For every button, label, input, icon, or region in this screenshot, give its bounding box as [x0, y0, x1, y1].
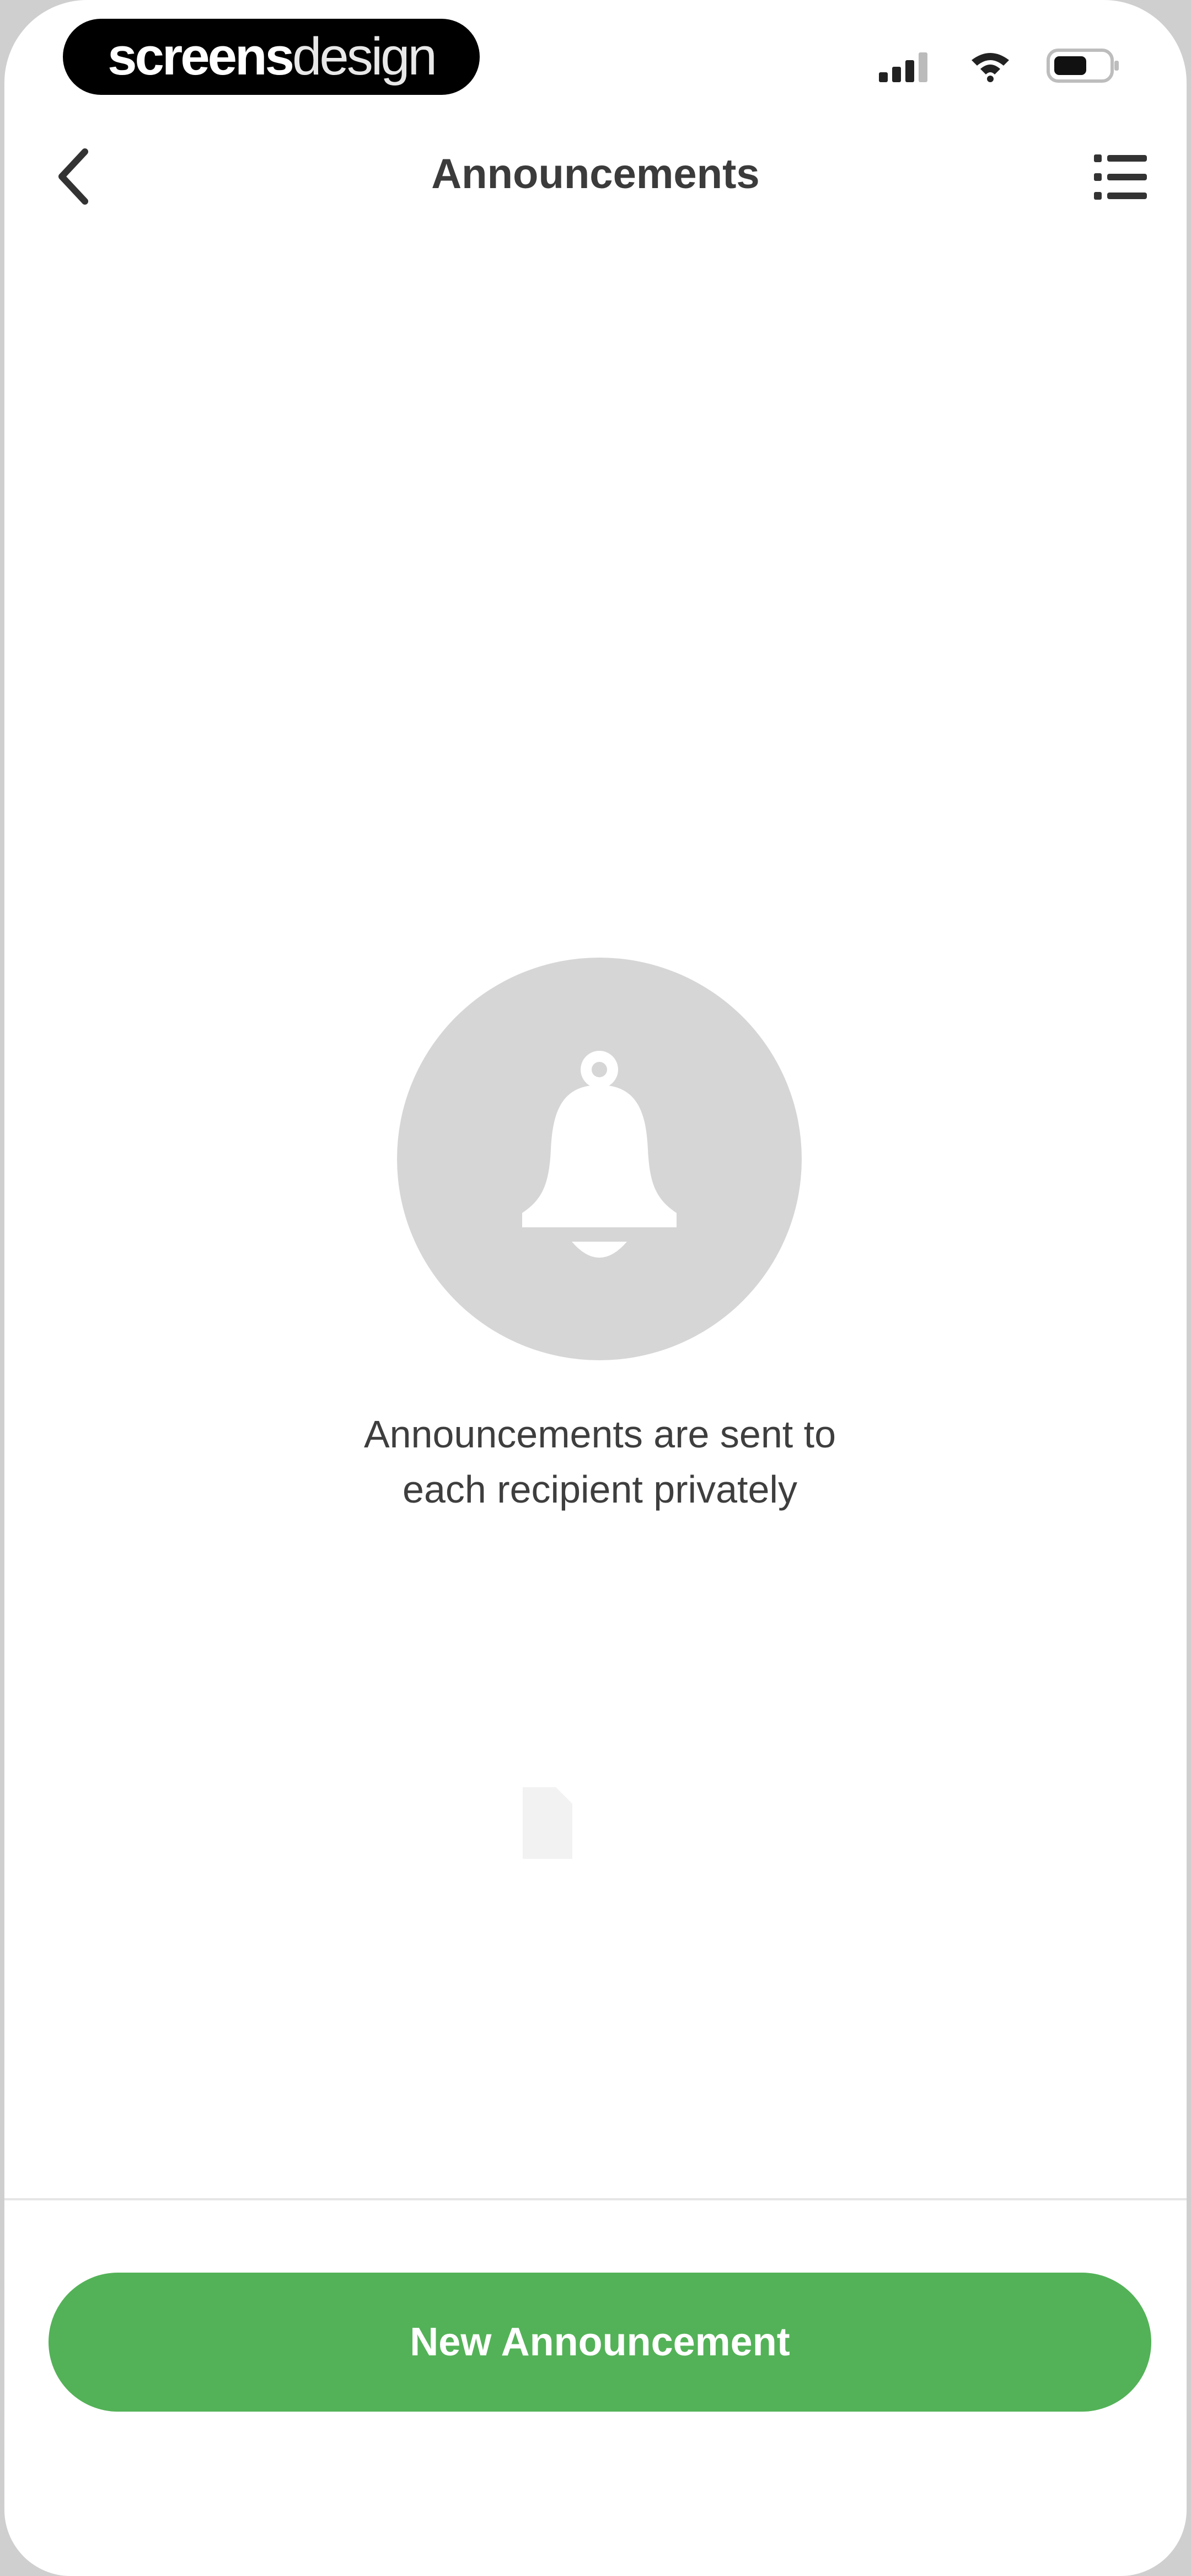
- bell-icon: [500, 1042, 699, 1276]
- nav-bar: Announcements: [4, 121, 1187, 232]
- empty-state-line-1: Announcements are sent to: [363, 1413, 836, 1456]
- status-bar: screens design: [4, 0, 1187, 116]
- brand-text-light: design: [292, 27, 437, 86]
- brand-text-bold: screens: [108, 27, 294, 86]
- faint-document-icon: [517, 1782, 578, 1864]
- new-announcement-button[interactable]: New Announcement: [49, 2273, 1151, 2412]
- empty-state-message: Announcements are sent to each recipient…: [225, 1407, 975, 1517]
- bottom-divider: [4, 2198, 1187, 2200]
- status-icons: [879, 47, 1120, 86]
- empty-state-icon-circle: [397, 958, 802, 1360]
- wifi-icon: [969, 49, 1011, 85]
- list-menu-icon[interactable]: [1087, 147, 1154, 207]
- app-screen: screens design Announcements Announcemen…: [4, 0, 1187, 2576]
- brand-watermark: screens design: [63, 19, 480, 95]
- empty-state-line-2: each recipient privately: [403, 1468, 797, 1511]
- page-title: Announcements: [431, 151, 760, 197]
- signal-icon: [879, 49, 934, 85]
- battery-icon: [1047, 48, 1120, 85]
